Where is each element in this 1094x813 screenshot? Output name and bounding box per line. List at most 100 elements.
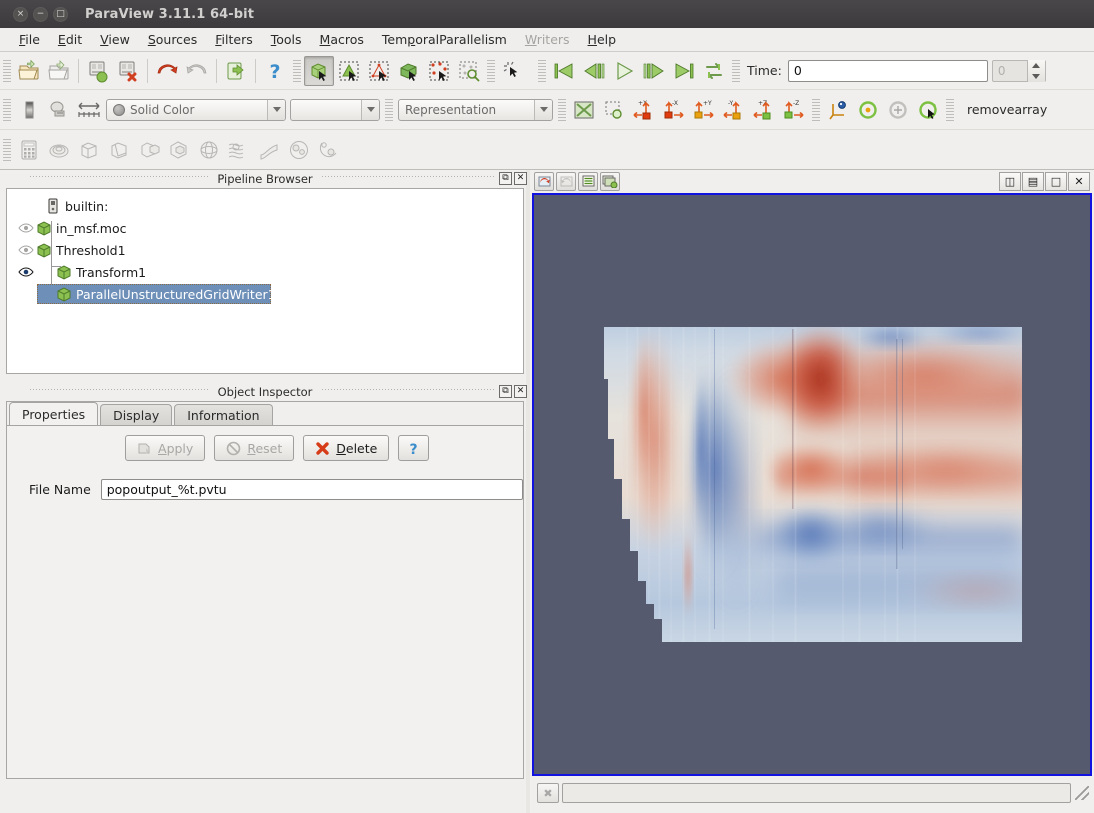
open-file-icon[interactable]	[14, 56, 44, 86]
view-neg-y-icon[interactable]: -Y	[719, 95, 749, 125]
pipeline-item-transform1[interactable]: Transform1	[7, 261, 523, 283]
help-icon[interactable]: ?	[260, 56, 290, 86]
last-frame-icon[interactable]	[669, 56, 699, 86]
play-icon[interactable]	[609, 56, 639, 86]
toolbar-grip[interactable]	[732, 57, 740, 84]
previous-frame-icon[interactable]	[579, 56, 609, 86]
open-recent-icon[interactable]	[44, 56, 74, 86]
menu-temporal-parallelism[interactable]: TemporalParallelism	[373, 29, 516, 50]
pipeline-item-threshold1[interactable]: Threshold1	[7, 239, 523, 261]
spin-buttons[interactable]	[1026, 59, 1045, 82]
edit-color-map-icon[interactable]	[44, 95, 74, 125]
reset-button[interactable]: Reset	[214, 435, 295, 461]
split-chart-icon[interactable]	[578, 171, 598, 191]
window-close-button[interactable]: ×	[13, 6, 28, 22]
object-inspector-close-icon[interactable]: ✕	[514, 385, 527, 398]
view-pos-y-icon[interactable]: +Y	[689, 95, 719, 125]
contour-icon[interactable]	[44, 135, 74, 165]
view-pos-z-icon[interactable]: +Z	[749, 95, 779, 125]
split-vertical-button[interactable]: ▤	[1022, 171, 1044, 191]
chevron-down-icon[interactable]	[361, 99, 379, 120]
undo-camera-icon[interactable]	[534, 171, 554, 191]
capture-screenshot-icon[interactable]	[600, 171, 620, 191]
window-maximize-button[interactable]: □	[53, 6, 68, 22]
chevron-down-icon[interactable]	[534, 99, 552, 120]
save-state-icon[interactable]	[83, 56, 113, 86]
slice-icon[interactable]	[104, 135, 134, 165]
tab-information[interactable]: Information	[174, 404, 273, 425]
delete-button[interactable]: Delete	[303, 435, 390, 461]
view-neg-z-icon[interactable]: -Z	[779, 95, 809, 125]
interactive-select-icon[interactable]	[498, 56, 528, 86]
toolbar-grip[interactable]	[385, 96, 393, 123]
menu-file[interactable]: FFileile	[10, 29, 49, 50]
group-datasets-icon[interactable]	[284, 135, 314, 165]
toolbar-grip[interactable]	[946, 96, 954, 123]
select-frustum-points-icon[interactable]	[394, 56, 424, 86]
first-frame-icon[interactable]	[549, 56, 579, 86]
menu-filters[interactable]: Filters	[206, 29, 261, 50]
pipeline-float-icon[interactable]: ⧉	[499, 172, 512, 185]
color-array-combo[interactable]: Solid Color	[106, 98, 286, 121]
toolbar-grip[interactable]	[538, 57, 546, 84]
maximize-view-button[interactable]: □	[1045, 171, 1067, 191]
select-surface-cells-icon[interactable]	[304, 55, 334, 86]
chevron-down-icon[interactable]	[267, 99, 285, 120]
stream-tracer-icon[interactable]	[224, 135, 254, 165]
select-points-through-icon[interactable]	[454, 56, 484, 86]
object-inspector-float-icon[interactable]: ⧉	[499, 385, 512, 398]
tab-properties[interactable]: Properties	[9, 402, 99, 425]
split-horizontal-button[interactable]: ◫	[999, 171, 1021, 191]
warp-icon[interactable]	[254, 135, 284, 165]
rescale-range-icon[interactable]	[74, 95, 104, 125]
reset-rotation-icon[interactable]	[883, 95, 913, 125]
view-pos-x-icon[interactable]: -X	[659, 95, 689, 125]
render-view-canvas[interactable]	[532, 193, 1092, 776]
view-neg-x-icon[interactable]: +X	[629, 95, 659, 125]
toolbar-grip[interactable]	[3, 136, 11, 163]
resize-grip[interactable]	[1075, 786, 1089, 800]
extract-subset-icon[interactable]	[164, 135, 194, 165]
menu-view[interactable]: View	[91, 29, 139, 50]
select-frustum-cells-icon[interactable]	[364, 56, 394, 86]
representation-combo[interactable]: Representation	[398, 98, 553, 121]
apply-button[interactable]: Apply	[125, 435, 206, 461]
threshold-icon[interactable]	[134, 135, 164, 165]
visibility-toggle-icon[interactable]	[17, 266, 35, 278]
center-axes-icon[interactable]	[823, 95, 853, 125]
reset-camera-icon[interactable]	[569, 95, 599, 125]
menu-tools[interactable]: Tools	[262, 29, 311, 50]
menu-help[interactable]: Help	[579, 29, 626, 50]
extract-level-icon[interactable]	[314, 135, 344, 165]
tab-display[interactable]: Display	[100, 404, 173, 425]
pipeline-item-in-msf-moc[interactable]: in_msf.moc	[7, 217, 523, 239]
frame-index-spinbox[interactable]: 0	[991, 59, 1046, 82]
properties-help-button[interactable]: ?	[398, 435, 430, 461]
pipeline-browser-panel[interactable]: builtin: in_msf.moc Threshold1 Transform…	[6, 188, 524, 374]
toolbar-grip[interactable]	[3, 57, 11, 84]
delete-state-icon[interactable]	[113, 56, 143, 86]
toolbar-grip[interactable]	[812, 96, 820, 123]
toolbar-grip[interactable]	[3, 96, 11, 123]
loop-icon[interactable]	[699, 56, 729, 86]
pipeline-item-parallelunstructuredgridwriter1[interactable]: ParallelUnstructuredGridWriter1	[7, 283, 523, 305]
color-scale-icon[interactable]	[14, 95, 44, 125]
time-input[interactable]: 0	[787, 59, 988, 82]
rotate-90-ccw-icon[interactable]	[853, 95, 883, 125]
menu-edit[interactable]: Edit	[49, 29, 91, 50]
window-minimize-button[interactable]: −	[33, 6, 48, 22]
rotate-90-cw-icon[interactable]	[913, 95, 943, 125]
next-frame-icon[interactable]	[639, 56, 669, 86]
select-block-icon[interactable]	[424, 56, 454, 86]
macro-removearray-button[interactable]: removearray	[957, 102, 1057, 117]
menu-macros[interactable]: Macros	[311, 29, 373, 50]
visibility-toggle-icon[interactable]	[17, 222, 35, 234]
redo-camera-icon[interactable]	[556, 171, 576, 191]
component-combo[interactable]	[290, 98, 380, 121]
visibility-toggle-icon[interactable]	[17, 244, 35, 256]
menu-writers[interactable]: Writers	[516, 29, 579, 50]
toolbar-grip[interactable]	[558, 96, 566, 123]
pipeline-close-icon[interactable]: ✕	[514, 172, 527, 185]
menu-sources[interactable]: Sources	[139, 29, 206, 50]
file-name-input[interactable]: popoutput_%t.pvtu	[100, 479, 523, 500]
